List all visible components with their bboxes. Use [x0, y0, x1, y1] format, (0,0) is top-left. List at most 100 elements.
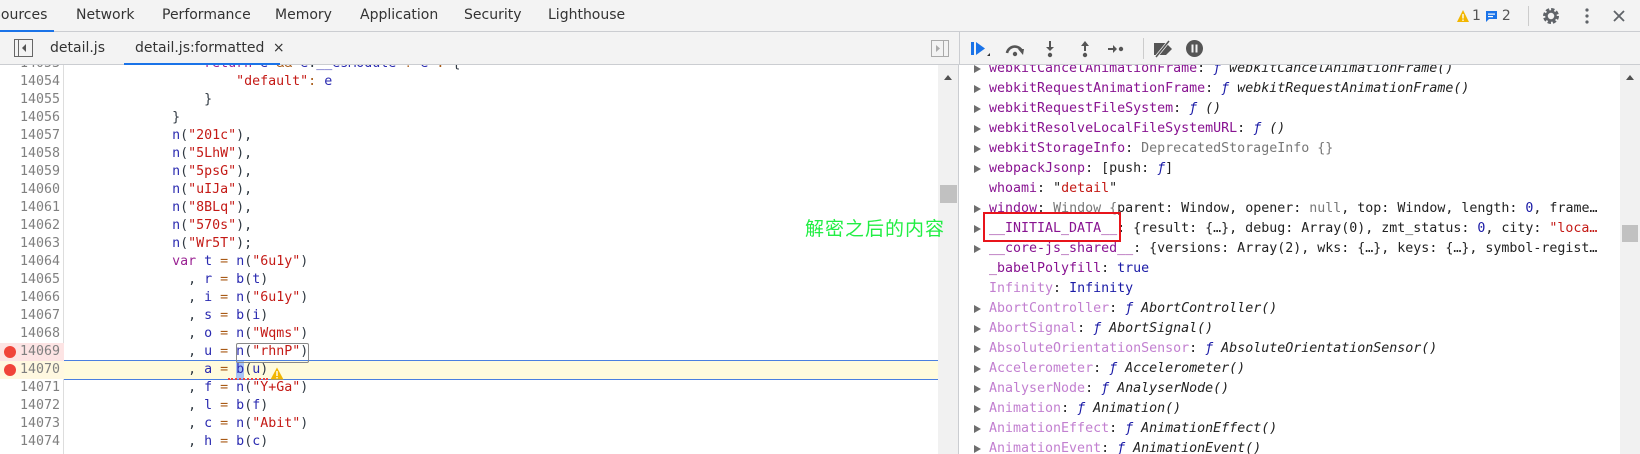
line-number[interactable]: 14067: [0, 307, 60, 325]
expand-triangle-icon[interactable]: [974, 385, 981, 393]
line-number[interactable]: 14072: [0, 397, 60, 415]
close-tab-icon[interactable]: ×: [273, 40, 285, 56]
scope-property-row[interactable]: webkitCancelAnimationFrame: ƒ webkitCanc…: [960, 65, 1620, 79]
code-line[interactable]: 14054 "default": e: [0, 73, 938, 91]
line-number[interactable]: 14061: [0, 199, 60, 217]
step-over-button[interactable]: [1004, 40, 1026, 62]
tab-memory[interactable]: Memory: [275, 0, 332, 32]
tab-application[interactable]: Application: [360, 0, 438, 32]
line-number[interactable]: 14055: [0, 91, 60, 109]
scope-property-row[interactable]: webkitResolveLocalFileSystemURL: ƒ (): [960, 119, 1620, 139]
scope-property-row[interactable]: Animation: ƒ Animation(): [960, 399, 1620, 419]
expand-triangle-icon[interactable]: [974, 425, 981, 433]
code-line[interactable]: 14064 var t = n("6u1y"): [0, 253, 938, 271]
file-tab-detail-js[interactable]: detail.js: [44, 32, 111, 65]
line-number[interactable]: 14059: [0, 163, 60, 181]
line-number[interactable]: 14058: [0, 145, 60, 163]
toggle-navigator-button[interactable]: [14, 39, 33, 61]
file-tab-detail-js-formatted[interactable]: detail.js:formatted ×: [124, 32, 285, 65]
scope-property-row[interactable]: webkitRequestAnimationFrame: ƒ webkitReq…: [960, 79, 1620, 99]
code-text[interactable]: , h = b(c): [76, 433, 268, 451]
scope-property-row[interactable]: AbortController: ƒ AbortController(): [960, 299, 1620, 319]
line-number[interactable]: 14069: [0, 343, 60, 361]
expand-triangle-icon[interactable]: [974, 325, 981, 333]
code-line[interactable]: 14073 , c = n("Abit"): [0, 415, 938, 433]
expand-triangle-icon[interactable]: [974, 125, 981, 133]
code-text[interactable]: , i = n("6u1y"): [76, 289, 308, 307]
code-editor[interactable]: 14053 return e && e.__esModule ? e : {14…: [0, 65, 938, 454]
tab-performance[interactable]: Performance: [162, 0, 251, 32]
issues-counter[interactable]: 1 2: [1456, 0, 1511, 32]
scope-property-row[interactable]: AbsoluteOrientationSensor: ƒ AbsoluteOri…: [960, 339, 1620, 359]
line-number[interactable]: 14063: [0, 235, 60, 253]
expand-triangle-icon[interactable]: [974, 105, 981, 113]
code-line[interactable]: 14058 n("5LhW"),: [0, 145, 938, 163]
editor-scrollbar[interactable]: [938, 65, 959, 454]
scroll-up-arrow-icon[interactable]: [1626, 75, 1634, 80]
line-number[interactable]: 14073: [0, 415, 60, 433]
code-text[interactable]: , c = n("Abit"): [76, 415, 308, 433]
code-line[interactable]: 14056 }: [0, 109, 938, 127]
scope-property-row[interactable]: webpackJsonp: [push: ƒ]: [960, 159, 1620, 179]
line-number[interactable]: 14060: [0, 181, 60, 199]
deactivate-breakpoints-button[interactable]: [1152, 40, 1174, 62]
code-text[interactable]: , o = n("Wqms"): [76, 325, 308, 343]
code-text[interactable]: return e && e.__esModule ? e : {: [76, 65, 460, 73]
scope-property-row[interactable]: AnimationEffect: ƒ AnimationEffect(): [960, 419, 1620, 439]
code-text[interactable]: var t = n("6u1y"): [76, 253, 308, 271]
line-number[interactable]: 14068: [0, 325, 60, 343]
code-line[interactable]: 14057 n("201c"),: [0, 127, 938, 145]
expand-triangle-icon[interactable]: [974, 65, 981, 73]
more-options-button[interactable]: [1582, 0, 1592, 32]
code-line[interactable]: 14065 , r = b(t): [0, 271, 938, 289]
code-line[interactable]: 14066 , i = n("6u1y"): [0, 289, 938, 307]
code-line[interactable]: 14055 }: [0, 91, 938, 109]
code-text[interactable]: , l = b(f): [76, 397, 268, 415]
expand-triangle-icon[interactable]: [974, 205, 981, 213]
expand-triangle-icon[interactable]: [974, 365, 981, 373]
code-line[interactable]: 14072 , l = b(f): [0, 397, 938, 415]
code-text[interactable]: "default": e: [76, 73, 332, 91]
expand-triangle-icon[interactable]: [974, 225, 981, 233]
code-line[interactable]: 14062 n("570s"),: [0, 217, 938, 235]
expand-triangle-icon[interactable]: [974, 245, 981, 253]
scope-property-row[interactable]: AnalyserNode: ƒ AnalyserNode(): [960, 379, 1620, 399]
line-number[interactable]: 14071: [0, 379, 60, 397]
scope-property-row[interactable]: Accelerometer: ƒ Accelerometer(): [960, 359, 1620, 379]
code-line[interactable]: 14063 n("Wr5T");: [0, 235, 938, 253]
code-line[interactable]: 14069 , u = n("rhnP"): [0, 343, 938, 361]
code-line[interactable]: 14070 , a = b(u): [0, 360, 938, 380]
code-text[interactable]: }: [76, 109, 180, 127]
code-text[interactable]: n("5LhW"),: [76, 145, 252, 163]
expand-triangle-icon[interactable]: [974, 405, 981, 413]
code-line[interactable]: 14067 , s = b(i): [0, 307, 938, 325]
tab-sources[interactable]: Sources: [0, 0, 54, 32]
code-line[interactable]: 14053 return e && e.__esModule ? e : {: [0, 65, 938, 73]
expand-triangle-icon[interactable]: [974, 445, 981, 453]
scroll-up-arrow-icon[interactable]: [944, 75, 952, 80]
scope-property-row[interactable]: _babelPolyfill: true: [960, 259, 1620, 279]
pause-on-exceptions-button[interactable]: [1185, 39, 1204, 62]
expand-triangle-icon[interactable]: [974, 165, 981, 173]
code-text[interactable]: , s = b(i): [76, 307, 268, 325]
close-devtools-button[interactable]: [1612, 0, 1626, 32]
expand-triangle-icon[interactable]: [974, 305, 981, 313]
step-button[interactable]: [1107, 40, 1125, 62]
expand-triangle-icon[interactable]: [974, 145, 981, 153]
settings-button[interactable]: [1542, 0, 1560, 32]
scope-property-row[interactable]: webkitStorageInfo: DeprecatedStorageInfo…: [960, 139, 1620, 159]
code-line[interactable]: 14071 , f = n("Y+Ga"): [0, 379, 938, 397]
scope-property-row[interactable]: AbortSignal: ƒ AbortSignal(): [960, 319, 1620, 339]
code-text[interactable]: n("Wr5T");: [76, 235, 252, 253]
code-text[interactable]: n("8BLq"),: [76, 199, 252, 217]
line-number[interactable]: 14070: [0, 361, 60, 379]
code-line[interactable]: 14060 n("uIJa"),: [0, 181, 938, 199]
code-text[interactable]: n("201c"),: [76, 127, 252, 145]
code-line[interactable]: 14068 , o = n("Wqms"): [0, 325, 938, 343]
toggle-debugger-sidebar-button[interactable]: [931, 40, 949, 61]
code-line[interactable]: 14074 , h = b(c): [0, 433, 938, 451]
line-number[interactable]: 14064: [0, 253, 60, 271]
expand-triangle-icon[interactable]: [974, 345, 981, 353]
scope-property-row[interactable]: AnimationEvent: ƒ AnimationEvent(): [960, 439, 1620, 454]
scope-property-row[interactable]: Infinity: Infinity: [960, 279, 1620, 299]
